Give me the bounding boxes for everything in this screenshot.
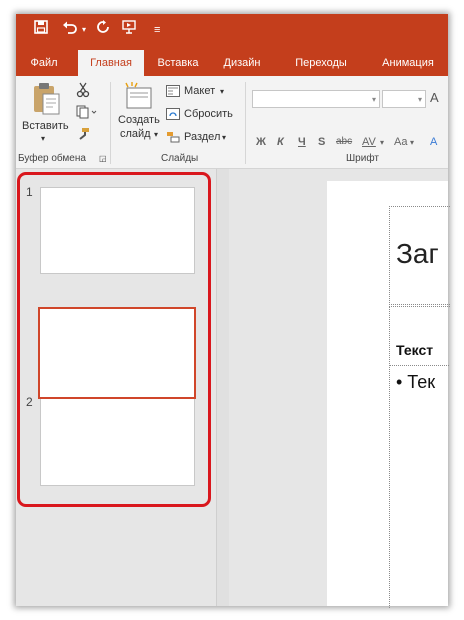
grow-font-icon[interactable]: A xyxy=(430,91,439,104)
underline-button[interactable]: Ч xyxy=(298,136,306,148)
group-separator xyxy=(245,82,246,164)
paste-label: Вставить xyxy=(22,120,69,132)
repeat-icon[interactable] xyxy=(96,20,110,40)
copy-icon[interactable] xyxy=(76,105,98,124)
italic-button[interactable]: К xyxy=(277,136,284,148)
tab-file[interactable]: Файл xyxy=(22,50,66,76)
slides-group-label: Слайды xyxy=(161,153,199,164)
font-name-combo[interactable]: ▾ xyxy=(252,90,380,108)
chevron-down-icon: ▾ xyxy=(371,95,376,104)
section-button[interactable]: Раздел ▾ xyxy=(166,130,228,146)
new-slide-label-1: Создать xyxy=(118,114,160,126)
chevron-down-icon: ▾ xyxy=(222,133,227,142)
cut-icon[interactable] xyxy=(76,82,90,103)
quick-access-toolbar: ▾ ≡ xyxy=(16,14,448,50)
paste-button[interactable]: Вставить ▾ xyxy=(22,82,69,143)
undo-icon[interactable] xyxy=(62,20,78,40)
group-separator xyxy=(110,82,111,164)
chevron-down-icon: ▾ xyxy=(220,87,225,96)
tab-transitions[interactable]: Переходы xyxy=(288,50,354,76)
new-slide-label-2: слайд xyxy=(120,128,151,140)
pane-splitter[interactable] xyxy=(217,169,229,606)
bold-button[interactable]: Ж xyxy=(256,136,266,148)
layout-button[interactable]: Макет ▾ xyxy=(166,84,228,100)
character-spacing-button[interactable]: AV xyxy=(362,136,376,148)
tab-design[interactable]: Дизайн xyxy=(216,50,268,76)
chevron-down-icon: ▾ xyxy=(380,138,385,147)
clipboard-group-label: Буфер обмена xyxy=(18,153,86,164)
chevron-down-icon: ▾ xyxy=(410,138,415,147)
slide-title-text[interactable]: Заг xyxy=(396,238,439,270)
change-case-button[interactable]: Aa xyxy=(394,136,407,148)
ribbon-home: Вставить ▾ Буфер обмена ◲ Создать слайд … xyxy=(16,76,448,169)
ribbon-tabs: Файл Главная Вставка Дизайн Переходы Ани… xyxy=(16,50,448,76)
reset-button[interactable]: Сбросить xyxy=(166,107,233,123)
tab-animations[interactable]: Анимация xyxy=(371,50,445,76)
tab-home[interactable]: Главная xyxy=(78,50,144,76)
tab-insert[interactable]: Вставка xyxy=(150,50,206,76)
slide-body-heading[interactable]: Текст xyxy=(396,342,433,358)
customize-qat-icon[interactable]: ≡ xyxy=(154,20,160,40)
start-from-beginning-icon[interactable] xyxy=(122,20,138,40)
section-label: Раздел xyxy=(184,131,221,143)
highlight-frame xyxy=(17,172,211,507)
shadow-button[interactable]: S xyxy=(318,136,325,148)
new-slide-button[interactable]: Создать слайд ▾ xyxy=(116,82,166,144)
strikethrough-button[interactable]: abc xyxy=(336,136,352,147)
font-size-combo[interactable]: ▾ xyxy=(382,90,426,108)
reset-label: Сбросить xyxy=(184,108,233,120)
dialog-launcher-icon[interactable]: ◲ xyxy=(99,153,107,165)
chevron-down-icon: ▾ xyxy=(41,134,46,143)
save-icon[interactable] xyxy=(34,20,48,40)
chevron-down-icon: ▾ xyxy=(154,130,159,139)
layout-label: Макет xyxy=(184,85,216,97)
body-divider xyxy=(389,365,449,366)
font-group-label: Шрифт xyxy=(346,153,379,164)
chevron-down-icon: ▾ xyxy=(417,95,422,104)
slide-bullet-text[interactable]: • Тек xyxy=(396,372,435,393)
format-painter-icon[interactable] xyxy=(76,127,90,146)
clear-formatting-button[interactable]: A xyxy=(430,136,437,148)
undo-dropdown-icon[interactable]: ▾ xyxy=(82,20,86,40)
